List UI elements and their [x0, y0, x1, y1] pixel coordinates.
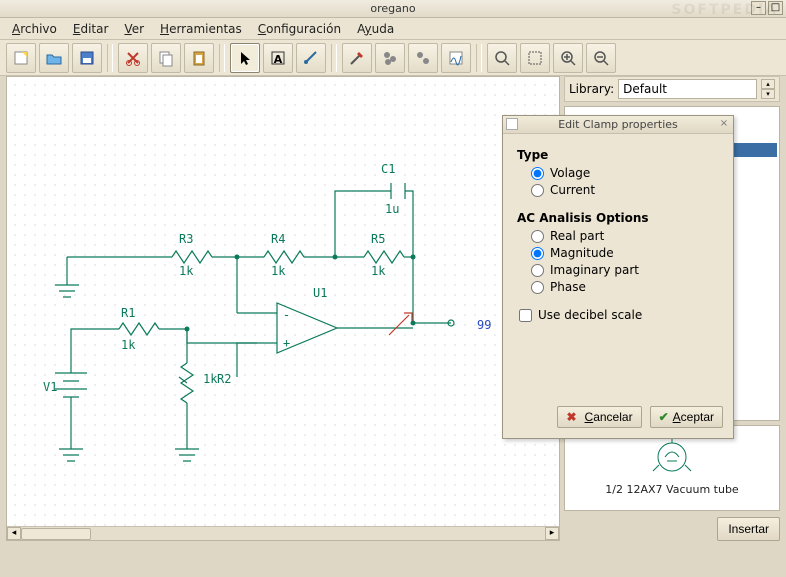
zoom-tool[interactable]: [487, 43, 517, 73]
zoom-in-button[interactable]: [553, 43, 583, 73]
paste-button[interactable]: [184, 43, 214, 73]
dialog-close-button[interactable]: ×: [718, 118, 730, 130]
toolbar: A: [0, 40, 786, 76]
cut-button[interactable]: [118, 43, 148, 73]
ac-option-magnitude[interactable]: Magnitude: [531, 246, 719, 260]
type-section-title: Type: [517, 148, 719, 162]
simulate-button[interactable]: [375, 43, 405, 73]
plot-button[interactable]: [441, 43, 471, 73]
new-button[interactable]: [6, 43, 36, 73]
accept-icon: ✔: [659, 410, 669, 424]
cancel-button[interactable]: ✖ Cancelar: [557, 406, 641, 428]
ref-r4: R4: [271, 232, 285, 246]
decibel-checkbox[interactable]: [519, 309, 532, 322]
ac-option-phase[interactable]: Phase: [531, 280, 719, 294]
ref-r5: R5: [371, 232, 385, 246]
menu-editar[interactable]: Editar: [67, 20, 115, 38]
part-preview-symbol: [647, 439, 697, 481]
type-option-current[interactable]: Current: [531, 183, 719, 197]
schematic-canvas[interactable]: C1 1u R3 1k R4 1k R5 1k: [7, 77, 559, 540]
ac-radio-magnitude[interactable]: [531, 247, 544, 260]
clamp-properties-dialog: Edit Clamp properties × Type Volage Curr…: [502, 115, 734, 439]
open-button[interactable]: [39, 43, 69, 73]
cancel-icon: ✖: [566, 410, 576, 424]
dialog-title: Edit Clamp properties: [558, 118, 678, 131]
copy-button[interactable]: [151, 43, 181, 73]
ac-radio-real[interactable]: [531, 230, 544, 243]
library-select[interactable]: Default: [618, 79, 757, 99]
ac-option-imaginary[interactable]: Imaginary part: [531, 263, 719, 277]
library-selected: Default: [623, 82, 667, 96]
ref-u1: U1: [313, 286, 327, 300]
menu-ver[interactable]: Ver: [118, 20, 150, 38]
zoom-region-tool[interactable]: [520, 43, 550, 73]
accept-button[interactable]: ✔ Aceptar: [650, 406, 723, 428]
settings-button[interactable]: [408, 43, 438, 73]
scroll-right-button[interactable]: ▸: [545, 527, 559, 540]
watermark: SOFTPEDIA: [671, 2, 778, 18]
svg-text:A: A: [274, 53, 283, 66]
type-radio-voltage[interactable]: [531, 167, 544, 180]
ref-r3: R3: [179, 232, 193, 246]
ref-r1: R1: [121, 306, 135, 320]
scroll-left-button[interactable]: ◂: [7, 527, 21, 540]
menubar: Archivo Editar Ver Herramientas Configur…: [0, 18, 786, 40]
menu-ayuda[interactable]: Ayuda: [351, 20, 400, 38]
hscrollbar[interactable]: ◂ ▸: [7, 526, 559, 540]
val-r4: 1k: [271, 264, 286, 278]
svg-text:+: +: [283, 336, 290, 350]
dialog-titlebar[interactable]: Edit Clamp properties ×: [503, 116, 733, 134]
ac-radio-phase[interactable]: [531, 281, 544, 294]
window-titlebar: oregano – □ SOFTPEDIA: [0, 0, 786, 18]
zoom-out-button[interactable]: [586, 43, 616, 73]
val-r2: 1k: [203, 372, 218, 386]
library-spin[interactable]: ▴▾: [761, 79, 775, 99]
menu-configuracion[interactable]: Configuración: [252, 20, 347, 38]
probe-tool[interactable]: [342, 43, 372, 73]
text-tool[interactable]: A: [263, 43, 293, 73]
canvas-viewport[interactable]: C1 1u R3 1k R4 1k R5 1k: [6, 76, 560, 541]
library-label: Library:: [569, 82, 614, 96]
ref-r2: R2: [217, 372, 231, 386]
type-radio-current[interactable]: [531, 184, 544, 197]
type-option-voltage[interactable]: Volage: [531, 166, 719, 180]
val-r5: 1k: [371, 264, 386, 278]
val-c1: 1u: [385, 202, 399, 216]
part-preview-caption: 1/2 12AX7 Vacuum tube: [565, 483, 779, 496]
wire-tool[interactable]: [296, 43, 326, 73]
dialog-sysmenu-icon[interactable]: [506, 118, 518, 130]
val-r1: 1k: [121, 338, 136, 352]
ac-radio-imaginary[interactable]: [531, 264, 544, 277]
ref-v1: V1: [43, 380, 57, 394]
menu-archivo[interactable]: Archivo: [6, 20, 63, 38]
menu-herramientas[interactable]: Herramientas: [154, 20, 248, 38]
schematic-drawing: C1 1u R3 1k R4 1k R5 1k: [7, 77, 560, 537]
ref-c1: C1: [381, 162, 395, 176]
net-label: 99: [477, 318, 491, 332]
decibel-checkbox-row[interactable]: Use decibel scale: [519, 308, 719, 322]
save-button[interactable]: [72, 43, 102, 73]
pointer-tool[interactable]: [230, 43, 260, 73]
ac-section-title: AC Analisis Options: [517, 211, 719, 225]
insert-button[interactable]: Insertar: [717, 517, 780, 541]
scroll-thumb[interactable]: [21, 528, 91, 540]
ac-option-real[interactable]: Real part: [531, 229, 719, 243]
window-title: oregano: [370, 2, 415, 15]
val-r3: 1k: [179, 264, 194, 278]
svg-text:-: -: [283, 308, 290, 322]
